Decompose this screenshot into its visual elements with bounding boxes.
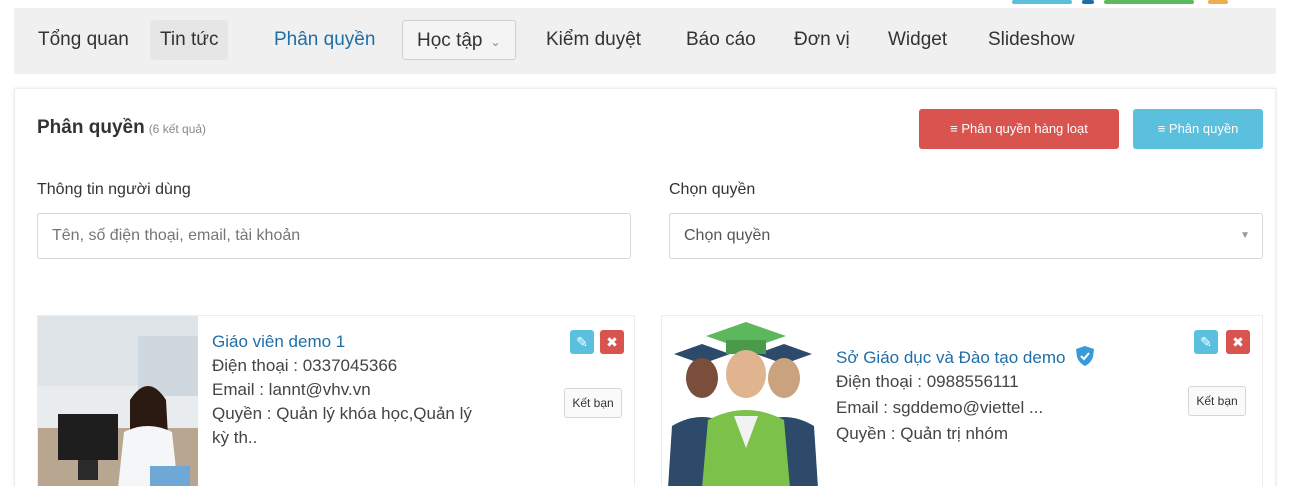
nav-permissions[interactable]: Phân quyền (264, 20, 385, 60)
add-friend-button[interactable]: Kết bạn (1188, 386, 1246, 416)
main-navbar: Tổng quan Tin tức Phân quyền Học tập ⌄ Ki… (14, 8, 1276, 74)
user-role: Quyền : Quản trị nhóm (836, 424, 1008, 443)
user-name-text: Sở Giáo dục và Đào tạo demo (836, 347, 1066, 367)
user-name-link[interactable]: Giáo viên demo 1 (212, 332, 345, 352)
nav-slideshow[interactable]: Slideshow (978, 20, 1085, 60)
role-select[interactable]: Chọn quyền ▼ (669, 213, 1263, 259)
user-phone: Điện thoại : 0337045366 (212, 356, 398, 375)
sliders-icon: ≡ (1157, 121, 1166, 136)
nav-learning-dropdown[interactable]: Học tập ⌄ (402, 20, 516, 60)
nav-learning-label: Học tập (417, 30, 483, 51)
user-role: Quyền : Quản lý khóa học,Quản lý (212, 404, 472, 423)
top-decoration (1012, 0, 1272, 4)
nav-units[interactable]: Đơn vị (784, 20, 860, 60)
role-label: Chọn quyền (669, 181, 756, 198)
result-count: (6 kết quả) (148, 122, 207, 136)
bulk-permission-button[interactable]: ≡ Phân quyền hàng loạt (919, 109, 1119, 149)
add-friend-button[interactable]: Kết bạn (564, 388, 622, 418)
role-select-value: Chọn quyền (684, 227, 771, 244)
user-search-input[interactable] (37, 213, 631, 259)
delete-icon[interactable]: ✖ (1226, 330, 1250, 354)
sliders-icon: ≡ (950, 121, 958, 136)
assign-permission-label: Phân quyền (1168, 121, 1239, 136)
nav-moderation[interactable]: Kiểm duyệt (536, 20, 651, 60)
user-name-link[interactable]: Sở Giáo dục và Đào tạo demo (836, 346, 1095, 371)
user-email: Email : sgddemo@viettel ... (836, 398, 1044, 417)
page-title: Phân quyền (6 kết quả) (37, 117, 206, 139)
permissions-panel: Phân quyền (6 kết quả) ≡ Phân quyền hàng … (14, 88, 1276, 486)
user-role-cont: kỳ th.. (212, 428, 258, 447)
user-photo (662, 316, 822, 486)
bulk-permission-label: Phân quyền hàng loạt (961, 121, 1088, 136)
user-email: Email : lannt@vhv.vn (212, 380, 371, 399)
nav-overview[interactable]: Tổng quan (28, 20, 139, 60)
nav-reports[interactable]: Báo cáo (676, 20, 766, 60)
chevron-down-icon: ⌄ (490, 35, 501, 49)
edit-icon[interactable]: ✎ (1194, 330, 1218, 354)
user-phone: Điện thoại : 0988556111 (836, 372, 1019, 391)
user-photo (38, 316, 198, 486)
assign-permission-button[interactable]: ≡ Phân quyền (1133, 109, 1263, 149)
verified-badge-icon (1076, 346, 1095, 371)
nav-widget[interactable]: Widget (878, 20, 957, 60)
nav-news[interactable]: Tin tức (150, 20, 229, 60)
user-card: Giáo viên demo 1 Điện thoại : 0337045366… (37, 315, 635, 486)
user-card: Sở Giáo dục và Đào tạo demo Điện thoại :… (661, 315, 1263, 486)
user-info-label: Thông tin người dùng (37, 181, 191, 198)
delete-icon[interactable]: ✖ (600, 330, 624, 354)
page-title-text: Phân quyền (37, 117, 145, 138)
caret-down-icon: ▼ (1240, 230, 1250, 241)
edit-icon[interactable]: ✎ (570, 330, 594, 354)
